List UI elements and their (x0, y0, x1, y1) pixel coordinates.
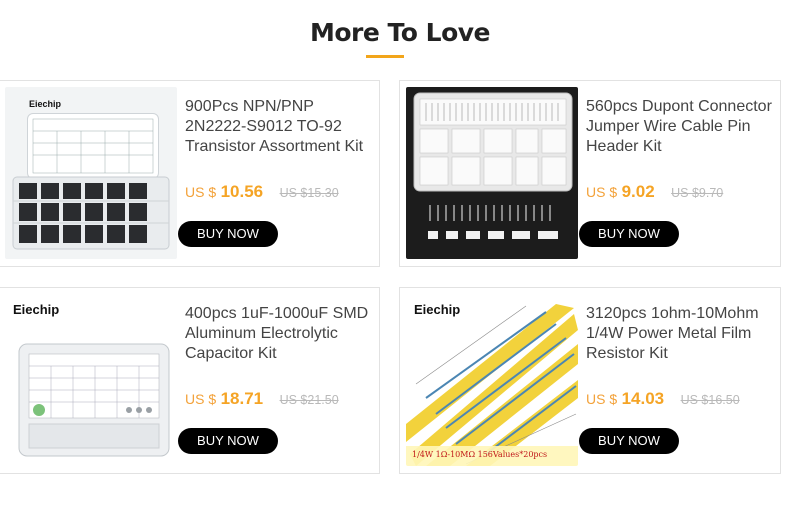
sale-price: 14.03 (621, 389, 665, 408)
product-title[interactable]: 900Pcs NPN/PNP 2N2222-S9012 TO-92 Transi… (185, 97, 375, 157)
title-underline (366, 55, 404, 58)
original-price: US $15.30 (279, 186, 339, 200)
capacitor-box-illustration (18, 343, 170, 457)
price-row: US $ 10.56 US $15.30 (185, 182, 375, 202)
connector-box-illustration (413, 92, 573, 239)
currency-label: US $ (586, 184, 618, 200)
product-card-dupont-kit[interactable]: 560pcs Dupont Connector Jumper Wire Cabl… (399, 80, 781, 267)
original-price: US $9.70 (671, 186, 724, 200)
resistor-strips-illustration (406, 304, 578, 466)
product-title[interactable]: 560pcs Dupont Connector Jumper Wire Cabl… (586, 97, 776, 157)
price-row: US $ 9.02 US $9.70 (586, 182, 776, 202)
product-image-resistor-kit[interactable]: Eiechip 1/4W 1Ω-10MΩ 156Values*20pcs (406, 294, 578, 466)
image-caption: 1/4W 1Ω-10MΩ 156Values*20pcs (412, 450, 548, 459)
currency-label: US $ (185, 184, 217, 200)
product-image-capacitor-kit[interactable]: Eiechip (5, 294, 177, 466)
product-card-transistor-kit[interactable]: Eiechip 900Pcs NPN/PNP 2N2222-S9012 TO-9… (0, 80, 380, 267)
product-image-dupont-kit[interactable] (406, 87, 578, 259)
transistor-box-illustration (12, 118, 170, 250)
buy-now-button[interactable]: BUY NOW (178, 428, 278, 454)
buy-now-button[interactable]: BUY NOW (178, 221, 278, 247)
buy-now-button[interactable]: BUY NOW (579, 428, 679, 454)
section-title: More To Love (309, 18, 491, 47)
original-price: US $16.50 (680, 393, 740, 407)
buy-now-button[interactable]: BUY NOW (579, 221, 679, 247)
original-price: US $21.50 (279, 393, 339, 407)
sale-price: 18.71 (220, 389, 264, 408)
product-title[interactable]: 3120pcs 1ohm-10Mohm 1/4W Power Metal Fil… (586, 304, 776, 364)
price-row: US $ 18.71 US $21.50 (185, 389, 375, 409)
product-image-transistor-kit[interactable]: Eiechip (5, 87, 177, 259)
sale-price: 9.02 (621, 182, 655, 201)
product-card-resistor-kit[interactable]: Eiechip 1/4W 1Ω-10MΩ 156Values*20pcs 312… (399, 287, 781, 474)
sale-price: 10.56 (220, 182, 264, 201)
currency-label: US $ (586, 391, 618, 407)
product-title[interactable]: 400pcs 1uF-1000uF SMD Aluminum Electroly… (185, 304, 375, 364)
product-card-capacitor-kit[interactable]: Eiechip 400pcs 1uF-1000uF SMD Aluminum E… (0, 287, 380, 474)
currency-label: US $ (185, 391, 217, 407)
price-row: US $ 14.03 US $16.50 (586, 389, 776, 409)
